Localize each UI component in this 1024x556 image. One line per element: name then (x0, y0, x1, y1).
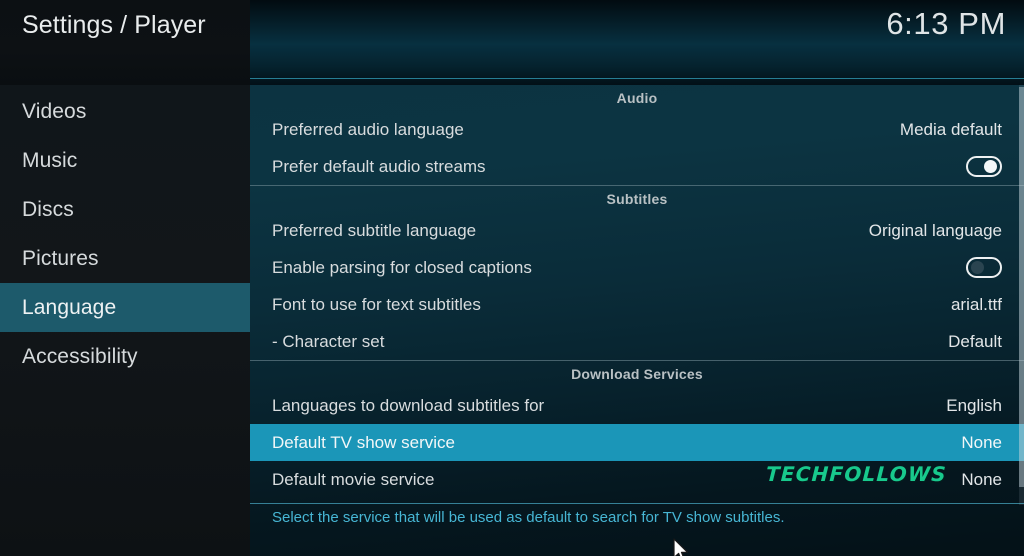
sidebar-item-label: Discs (22, 197, 74, 221)
settings-row[interactable]: Preferred subtitle language Original lang… (250, 212, 1024, 249)
settings-row-value: arial.ttf (950, 294, 1002, 314)
sidebar-item-pictures[interactable]: Pictures (0, 234, 250, 283)
scrollbar-thumb[interactable] (1019, 87, 1024, 487)
sidebar: Videos Music Discs Pictures Language Accessib… (0, 85, 250, 556)
settings-row-label: Preferred audio language (272, 119, 464, 139)
sidebar-item-discs[interactable]: Discs (0, 185, 250, 234)
section-header-download-services: Download Services (571, 366, 703, 382)
toggle-knob (971, 261, 984, 274)
settings-row-label: Prefer default audio streams (272, 156, 486, 176)
settings-row-value: None (961, 432, 1002, 452)
settings-row-value: English (946, 395, 1002, 415)
header-accent-divider (250, 78, 1024, 79)
toggle-switch[interactable] (966, 257, 1002, 278)
sidebar-item-label: Accessibility (22, 344, 138, 368)
kodi-settings-screen: Settings / Player 6:13 PM Videos Music Dis… (0, 0, 1024, 556)
sidebar-item-label: Music (22, 148, 78, 172)
settings-row-value: Default (948, 331, 1002, 351)
settings-row[interactable]: Font to use for text subtitles arial.ttf (250, 286, 1024, 323)
watermark-logo: TECHFOLLOWS (765, 462, 948, 486)
settings-row-value: None (961, 469, 1002, 489)
sidebar-item-accessibility[interactable]: Accessibility (0, 332, 250, 381)
section-header-subtitles: Subtitles (606, 191, 668, 207)
breadcrumb-title: Settings / Player (22, 11, 206, 39)
sidebar-item-videos[interactable]: Videos (0, 87, 250, 136)
mouse-cursor (673, 538, 691, 556)
settings-row-label: Languages to download subtitles for (272, 395, 545, 415)
settings-row[interactable]: Prefer default audio streams (250, 148, 1024, 185)
settings-row[interactable]: Languages to download subtitles for Engli… (250, 387, 1024, 424)
sidebar-item-label: Language (22, 295, 117, 319)
settings-row-label: Enable parsing for closed captions (272, 257, 532, 277)
section-header-audio: Audio (616, 90, 658, 106)
settings-content-panel: Audio Preferred audio language Media defau… (250, 85, 1024, 556)
sidebar-item-label: Videos (22, 99, 87, 123)
header-bar: Settings / Player 6:13 PM (0, 0, 1024, 85)
sidebar-item-language[interactable]: Language (0, 283, 250, 332)
sidebar-item-label: Pictures (22, 246, 99, 270)
toggle-knob (984, 160, 997, 173)
settings-row-label: Preferred subtitle language (272, 220, 477, 240)
settings-row-value: Original language (868, 220, 1002, 240)
help-description: Select the service that will be used as … (272, 509, 785, 526)
settings-row-label: Font to use for text subtitles (272, 294, 481, 314)
sidebar-item-music[interactable]: Music (0, 136, 250, 185)
settings-row-label: Default TV show service (272, 432, 455, 452)
scrollbar-track[interactable] (1019, 85, 1024, 505)
help-divider (250, 503, 1024, 504)
settings-row[interactable]: Enable parsing for closed captions (250, 249, 1024, 286)
settings-row-label: Default movie service (272, 469, 435, 489)
clock: 6:13 PM (886, 6, 1006, 41)
settings-row[interactable]: Preferred audio language Media default (250, 111, 1024, 148)
settings-row-value: Media default (899, 119, 1002, 139)
settings-row[interactable]: Default TV show service None (250, 424, 1024, 461)
settings-row[interactable]: - Character set Default (250, 323, 1024, 360)
settings-row-label: - Character set (272, 331, 385, 351)
toggle-switch[interactable] (966, 156, 1002, 177)
